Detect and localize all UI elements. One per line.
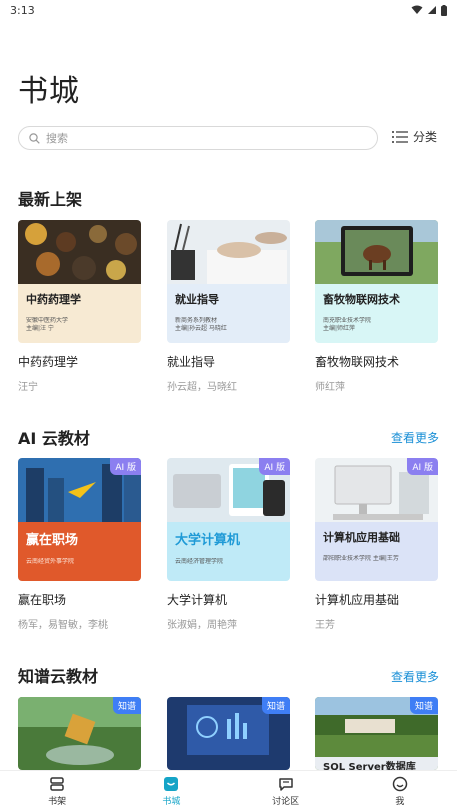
ai-version-badge: AI 版 <box>259 458 290 475</box>
bookshelf-icon <box>50 777 64 791</box>
tab-discussion[interactable]: 讨论区 <box>229 771 343 812</box>
cover-image <box>167 220 290 284</box>
book-title[interactable]: 就业指导 <box>167 353 290 370</box>
book-card[interactable]: 知谱 <box>167 697 290 770</box>
book-cover[interactable]: SQL Server数据库 知谱 <box>315 697 438 770</box>
tab-label: 讨论区 <box>272 797 300 807</box>
profile-icon <box>392 776 408 792</box>
book-card[interactable]: 计算机应用基础 邵阳职业技术学院 主编|王芳 AI 版 计算机应用基础 王芳 <box>315 458 438 631</box>
tab-label: 书城 <box>162 797 181 807</box>
see-more-ai-link[interactable]: 查看更多 <box>391 429 439 446</box>
cover-panel: 大学计算机 云南经济管理学院 <box>167 522 290 581</box>
section-title-kg: 知谱云教材 <box>18 667 99 686</box>
cover-title: SQL Server数据库 <box>323 762 416 770</box>
cover-subtitle: 南充职业技术学院 主编|师红萍 <box>323 317 372 332</box>
discussion-icon <box>278 778 293 791</box>
page-title: 书城 <box>18 74 80 109</box>
cover-title: 计算机应用基础 <box>323 531 400 544</box>
tab-bookstore[interactable]: 书城 <box>114 771 228 812</box>
book-card[interactable]: 知谱 <box>18 697 141 770</box>
book-cover[interactable]: 畜牧物联网技术 南充职业技术学院 主编|师红萍 <box>315 220 438 343</box>
book-card[interactable]: 中药药理学 安徽中医药大学 主编|汪 宁 中药药理学 汪宁 <box>18 220 141 393</box>
book-title[interactable]: 大学计算机 <box>167 591 290 608</box>
book-cover[interactable]: 知谱 <box>167 697 290 770</box>
book-card[interactable]: SQL Server数据库 知谱 <box>315 697 438 770</box>
book-author: 师红萍 <box>315 382 345 393</box>
cover-title: 中药药理学 <box>26 293 81 306</box>
book-cover[interactable]: 中药药理学 安徽中医药大学 主编|汪 宁 <box>18 220 141 343</box>
book-title[interactable]: 计算机应用基础 <box>315 591 438 608</box>
cover-title: 大学计算机 <box>175 533 241 548</box>
search-placeholder: 搜索 <box>46 132 68 145</box>
cover-title: 畜牧物联网技术 <box>323 293 400 306</box>
cover-subtitle: 云南经济管理学院 <box>175 558 224 565</box>
search-icon <box>29 132 40 144</box>
bookstore-icon <box>164 777 179 791</box>
kg-badge: 知谱 <box>112 697 141 714</box>
cover-panel: 计算机应用基础 邵阳职业技术学院 主编|王芳 <box>315 522 438 581</box>
book-title[interactable]: 赢在职场 <box>18 591 141 608</box>
book-card[interactable]: 大学计算机 云南经济管理学院 AI 版 大学计算机 张淑娟，周艳萍 <box>167 458 290 631</box>
category-button[interactable]: 分类 <box>392 128 437 145</box>
list-icon <box>392 130 408 143</box>
cover-panel: 畜牧物联网技术 南充职业技术学院 主编|师红萍 <box>315 284 438 343</box>
wifi-icon <box>411 5 423 14</box>
cover-subtitle: 新商务系列教材 主编|孙云超 马晓红 <box>175 317 227 332</box>
book-cover[interactable]: 知谱 <box>18 697 141 770</box>
see-more-kg-link[interactable]: 查看更多 <box>391 668 439 685</box>
cover-title: 赢在职场 <box>26 533 79 548</box>
book-title[interactable]: 中药药理学 <box>18 353 141 370</box>
cover-title: 就业指导 <box>175 293 219 306</box>
book-card[interactable]: 畜牧物联网技术 南充职业技术学院 主编|师红萍 畜牧物联网技术 师红萍 <box>315 220 438 393</box>
book-cover[interactable]: 计算机应用基础 邵阳职业技术学院 主编|王芳 AI 版 <box>315 458 438 581</box>
cover-image <box>18 220 141 284</box>
book-author: 王芳 <box>315 620 335 631</box>
bottom-tab-bar: 书架 书城 讨论区 我 <box>0 770 457 812</box>
book-cover[interactable]: 赢在职场 云南经贸外事学院 AI 版 <box>18 458 141 581</box>
category-label: 分类 <box>413 130 438 144</box>
book-author: 张淑娟，周艳萍 <box>167 620 237 631</box>
tab-bookshelf[interactable]: 书架 <box>0 771 114 812</box>
tab-profile[interactable]: 我 <box>343 771 457 812</box>
search-input[interactable]: 搜索 <box>18 126 378 150</box>
book-author: 孙云超，马晓红 <box>167 382 237 393</box>
cover-subtitle: 邵阳职业技术学院 主编|王芳 <box>323 555 399 562</box>
status-icons <box>411 4 447 16</box>
cover-panel: 赢在职场 云南经贸外事学院 <box>18 522 141 581</box>
cover-panel: 就业指导 新商务系列教材 主编|孙云超 马晓红 <box>167 284 290 343</box>
signal-icon <box>428 6 436 14</box>
status-time: 3:13 <box>10 3 35 17</box>
book-author: 汪宁 <box>18 382 38 393</box>
cover-subtitle: 云南经贸外事学院 <box>26 558 75 565</box>
battery-icon <box>441 4 447 16</box>
book-cover[interactable]: 就业指导 新商务系列教材 主编|孙云超 马晓红 <box>167 220 290 343</box>
kg-badge: 知谱 <box>409 697 438 714</box>
book-cover[interactable]: 大学计算机 云南经济管理学院 AI 版 <box>167 458 290 581</box>
ai-version-badge: AI 版 <box>110 458 141 475</box>
ai-version-badge: AI 版 <box>407 458 438 475</box>
tab-label: 书架 <box>48 797 67 807</box>
kg-badge: 知谱 <box>261 697 290 714</box>
section-title-ai: AI 云教材 <box>18 429 90 448</box>
section-title-latest: 最新上架 <box>18 190 83 209</box>
book-title[interactable]: 畜牧物联网技术 <box>315 353 438 370</box>
book-card[interactable]: 赢在职场 云南经贸外事学院 AI 版 赢在职场 杨军，易智敏，李桃 <box>18 458 141 631</box>
tab-label: 我 <box>395 797 405 807</box>
cover-panel: 中药药理学 安徽中医药大学 主编|汪 宁 <box>18 284 141 343</box>
book-card[interactable]: 就业指导 新商务系列教材 主编|孙云超 马晓红 就业指导 孙云超，马晓红 <box>167 220 290 393</box>
cover-image <box>315 220 438 284</box>
book-author: 杨军，易智敏，李桃 <box>18 620 108 631</box>
cover-subtitle: 安徽中医药大学 主编|汪 宁 <box>26 317 69 332</box>
status-bar: 3:13 <box>0 0 457 20</box>
